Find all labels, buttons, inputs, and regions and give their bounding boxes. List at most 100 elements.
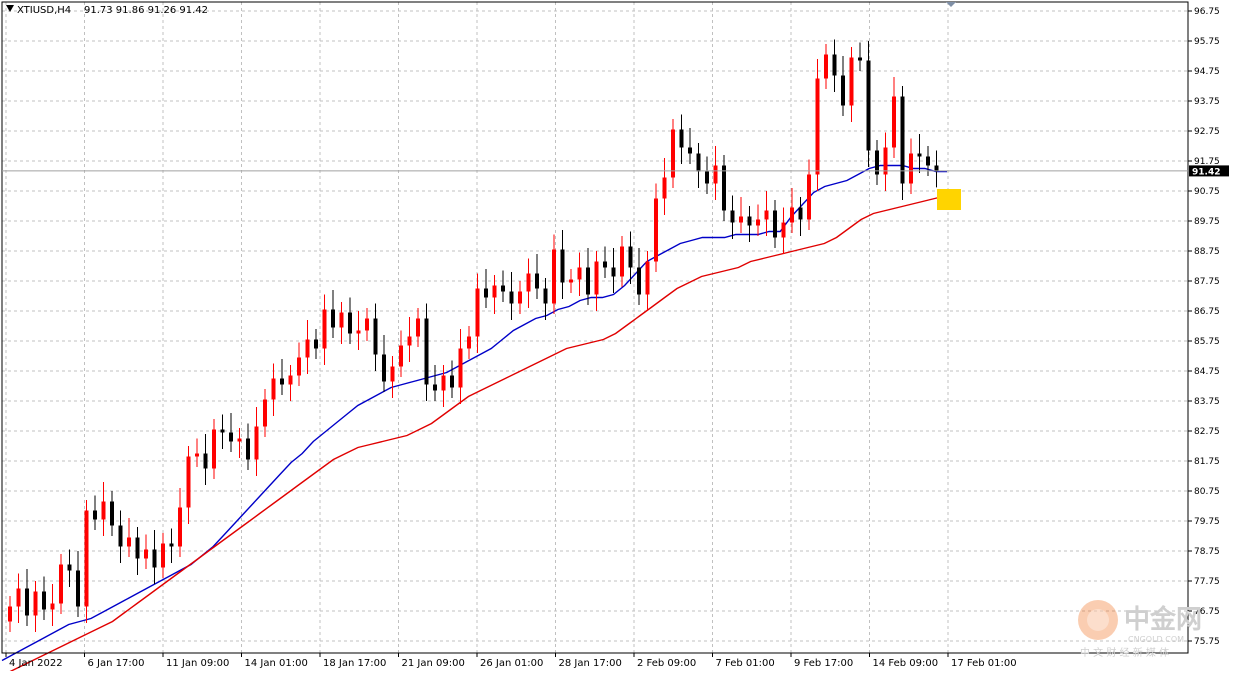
price-tick-label: 81.75 <box>1194 457 1220 467</box>
candle-body <box>263 399 267 427</box>
price-tick-label: 85.75 <box>1194 337 1220 347</box>
time-tick-label: 14 Jan 01:00 <box>245 658 308 669</box>
annotations <box>937 189 961 210</box>
candle-body <box>25 588 29 616</box>
price-tick-label: 95.75 <box>1194 37 1220 47</box>
candle-body <box>8 606 12 622</box>
candle-body <box>331 309 335 328</box>
candle-body <box>135 537 140 559</box>
candle-body <box>620 246 624 277</box>
watermark-domain: CNGOLD.COM <box>1128 635 1184 644</box>
candle-body <box>815 78 820 175</box>
candle-body <box>722 165 726 211</box>
candle-body <box>433 384 437 391</box>
candle-body <box>756 219 760 226</box>
candle-body <box>611 267 616 277</box>
price-tick-label: 92.75 <box>1194 127 1220 137</box>
candle-body <box>416 318 420 337</box>
candle-body <box>688 147 692 154</box>
time-tick-label: 7 Feb 01:00 <box>716 658 775 669</box>
candle-body <box>365 318 369 331</box>
candle-body <box>526 273 531 292</box>
candle-body <box>696 153 701 172</box>
candle-body <box>747 216 752 226</box>
candle-body <box>917 153 922 157</box>
candle-body <box>798 207 803 220</box>
candle-body <box>790 207 794 223</box>
candle-body <box>637 267 641 295</box>
candle-body <box>475 288 480 337</box>
candle-body <box>348 312 352 334</box>
price-tick-label: 90.75 <box>1194 187 1220 197</box>
candle-body <box>373 318 378 355</box>
candle-body <box>127 537 131 547</box>
candle-body <box>594 261 599 295</box>
price-tick-label: 75.75 <box>1194 637 1220 647</box>
candle-body <box>382 354 386 382</box>
candle-body <box>288 375 293 385</box>
candle-body <box>730 210 735 223</box>
ohlc-readout: 91.73 91.86 91.26 91.42 <box>84 5 208 16</box>
candle-body <box>178 507 182 547</box>
candle-body <box>16 588 21 607</box>
candle-body <box>781 222 786 238</box>
price-tick-label: 80.75 <box>1194 487 1220 497</box>
candle-body <box>577 267 582 280</box>
candle-body <box>93 510 97 520</box>
candle-body <box>84 510 89 607</box>
candle-body <box>458 348 463 388</box>
watermark-tagline: 中 文 财 经 新 媒 体 <box>1080 646 1169 659</box>
candle-body <box>543 288 548 304</box>
candle-body <box>484 288 488 298</box>
price-tick-label: 78.75 <box>1194 547 1220 557</box>
candle-body <box>118 525 123 547</box>
candle-body <box>662 177 667 199</box>
candle-body <box>586 267 590 295</box>
candle-body <box>764 210 769 220</box>
candle-body <box>152 549 157 568</box>
candle-body <box>203 453 208 469</box>
chart-window[interactable]: 96.75 95.75 94.75 93.75 92.75 91.75 90.75 89.75… <box>0 0 1233 675</box>
candle-body <box>501 285 505 292</box>
candle-body <box>492 285 497 298</box>
time-tick-label: 17 Feb 01:00 <box>951 658 1017 669</box>
candle-body <box>186 456 191 508</box>
candle-body <box>654 198 658 262</box>
candle-body <box>356 330 361 334</box>
candle-body <box>220 429 225 433</box>
watermark-brand: 中金网 <box>1124 604 1202 635</box>
candle-body <box>322 309 327 349</box>
candle-body <box>441 375 446 391</box>
candle-body <box>679 129 684 148</box>
candle-body <box>33 591 38 616</box>
candle-body <box>866 60 871 151</box>
price-tick-label: 83.75 <box>1194 397 1220 407</box>
symbol-timeframe: XTIUSD,H4 <box>17 5 71 16</box>
time-tick-label: 2 Feb 09:00 <box>637 658 696 669</box>
candle-body <box>705 171 709 184</box>
candle-body <box>645 261 650 295</box>
candle-body <box>169 543 174 547</box>
price-tick-label: 87.75 <box>1194 277 1220 287</box>
candle-body <box>569 279 573 283</box>
candle-body <box>824 54 828 79</box>
candle-body <box>144 549 148 559</box>
candle-body <box>161 543 165 568</box>
time-tick-label: 26 Jan 01:00 <box>480 658 543 669</box>
price-tick-label: 94.75 <box>1194 67 1220 77</box>
price-tick-label: 82.75 <box>1194 427 1220 437</box>
candle-body <box>807 174 811 220</box>
time-tick-label: 14 Feb 09:00 <box>873 658 939 669</box>
candle-body <box>271 378 276 400</box>
current-price-label: 91.42 <box>1192 167 1220 177</box>
time-tick-label: 18 Jan 17:00 <box>323 658 386 669</box>
candle-body <box>552 249 556 304</box>
price-tick-label: 84.75 <box>1194 367 1220 377</box>
candle-body <box>509 291 514 304</box>
candle-body <box>858 57 862 61</box>
candle-body <box>713 165 718 184</box>
candle-body <box>399 345 403 367</box>
time-tick-label: 11 Jan 09:00 <box>166 658 229 669</box>
candle-body <box>42 591 46 610</box>
price-chart[interactable]: 96.7595.7594.7593.7592.7591.7590.7589.75… <box>0 0 1233 675</box>
